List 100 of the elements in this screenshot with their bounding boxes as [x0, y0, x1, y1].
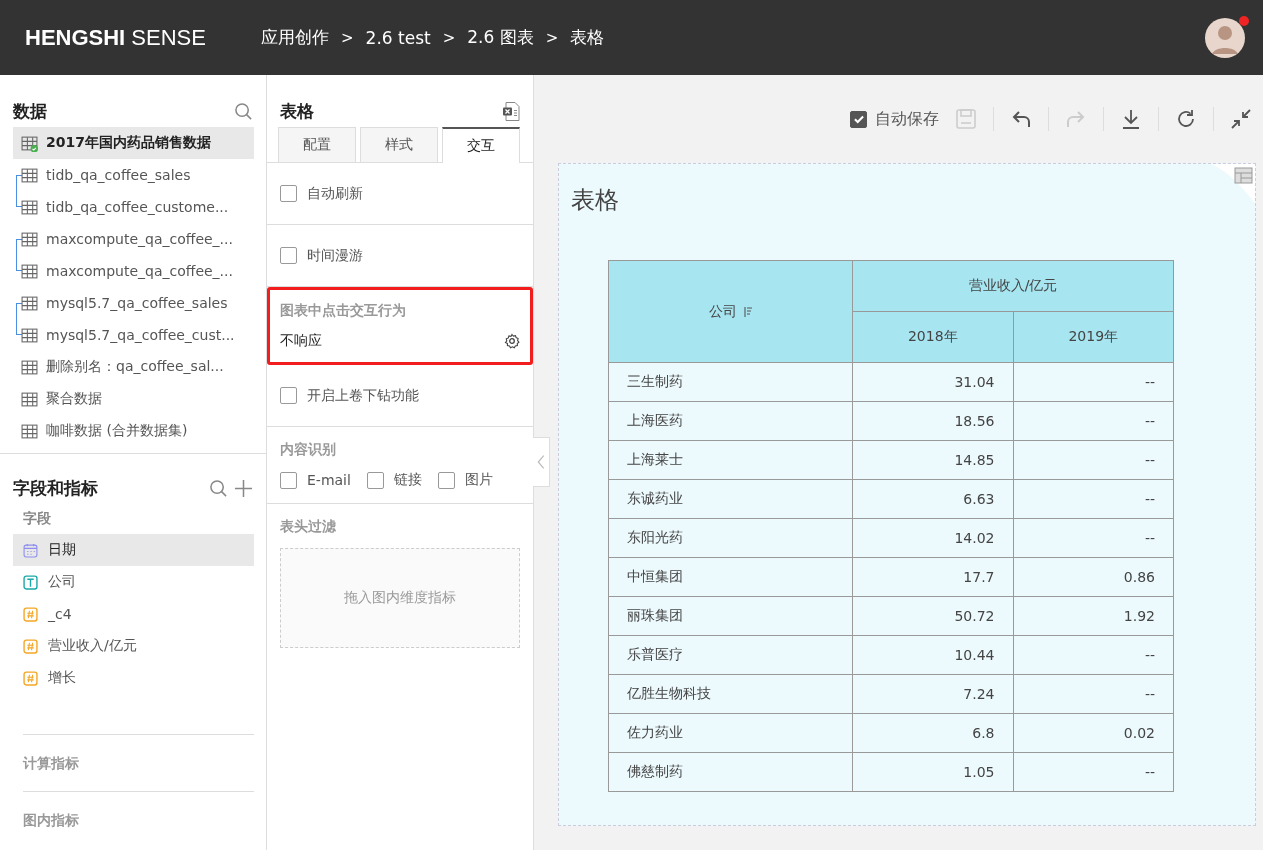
dataset-item[interactable]: maxcompute_qa_coffee_... — [13, 223, 254, 255]
table-cell: 0.02 — [1013, 713, 1174, 753]
table-cell: -- — [1013, 674, 1174, 714]
search-icon[interactable] — [209, 478, 228, 498]
checkbox-label[interactable]: 开启上卷下钻功能 — [307, 386, 419, 405]
download-icon[interactable] — [1120, 108, 1142, 130]
setting-value[interactable]: 不响应 — [280, 332, 322, 350]
field-item[interactable]: 增长 — [13, 662, 254, 694]
checkbox[interactable] — [366, 471, 384, 489]
field-item[interactable]: _c4 — [13, 598, 254, 630]
dataset-item[interactable]: 咖啡数据 (合并数据集) — [13, 415, 254, 447]
breadcrumb-item[interactable]: 2.6 test — [365, 27, 431, 48]
number-type-icon — [23, 638, 38, 654]
setting-label: 内容识别 — [280, 441, 337, 459]
panel-title: 表格 — [280, 99, 314, 123]
table-icon — [21, 390, 38, 408]
column-header[interactable]: 公司 — [608, 260, 853, 363]
sort-icon[interactable] — [742, 305, 753, 318]
refresh-icon[interactable] — [1175, 108, 1197, 130]
settings-tab[interactable]: 样式 — [360, 127, 438, 162]
checkbox-label[interactable]: 链接 — [393, 471, 422, 489]
checkbox-label[interactable]: E-mail — [307, 472, 351, 488]
dataset-item[interactable]: 2017年国内药品销售数据 — [13, 127, 254, 159]
dataset-item[interactable]: mysql5.7_qa_coffee_sales — [13, 287, 254, 319]
field-item[interactable]: 营业收入/亿元 — [13, 630, 254, 662]
number-type-icon — [23, 670, 38, 686]
table-cell: -- — [1013, 362, 1174, 402]
settings-tab[interactable]: 配置 — [278, 127, 356, 162]
table-cell: 50.72 — [852, 596, 1013, 636]
table-cell: 18.56 — [852, 401, 1013, 441]
dataset-item[interactable]: 删除别名：qa_coffee_sal... — [13, 351, 254, 383]
chevron-left-icon — [536, 453, 546, 471]
calendar-icon — [23, 542, 38, 558]
dataset-item[interactable]: tidb_qa_coffee_custome... — [13, 191, 254, 223]
checkbox[interactable] — [280, 185, 297, 202]
table-cell: 14.02 — [852, 518, 1013, 558]
table-cell: 6.63 — [852, 479, 1013, 519]
text-type-icon — [23, 574, 38, 590]
table-cell: 乐普医疗 — [608, 635, 853, 675]
table-cell: 东阳光药 — [608, 518, 853, 558]
table-cell: -- — [1013, 401, 1174, 441]
checkbox[interactable] — [437, 471, 455, 489]
table-cell: 上海莱士 — [608, 440, 853, 480]
table-cell: 0.86 — [1013, 557, 1174, 597]
dataset-item[interactable]: tidb_qa_coffee_sales — [13, 159, 254, 191]
setting-label: 图表中点击交互行为 — [280, 302, 407, 320]
table-cell: 7.24 — [852, 674, 1013, 714]
settings-tab[interactable]: 交互 — [442, 127, 520, 163]
table-cell: 1.05 — [852, 752, 1013, 792]
breadcrumb-item[interactable]: 应用创作 — [261, 26, 329, 49]
table-cell: 亿胜生物科技 — [608, 674, 853, 714]
table-cell: 东诚药业 — [608, 479, 853, 519]
checkbox-label[interactable]: 自动保存 — [875, 108, 939, 130]
table-icon — [21, 326, 38, 344]
table-icon — [21, 422, 38, 440]
table-cell: 6.8 — [852, 713, 1013, 753]
table-cell: -- — [1013, 479, 1174, 519]
checkbox[interactable] — [280, 471, 297, 489]
user-avatar[interactable] — [1205, 17, 1245, 58]
table-cell: 10.44 — [852, 635, 1013, 675]
table-cell: 佛慈制药 — [608, 752, 853, 792]
checkbox-label[interactable]: 图片 — [464, 471, 493, 489]
field-item[interactable]: 公司 — [13, 566, 254, 598]
table-icon — [21, 134, 38, 152]
panel-title: 数据 — [13, 99, 47, 123]
column-header: 2018年 — [852, 311, 1013, 363]
table-cell: 31.04 — [852, 362, 1013, 402]
table-cell: 丽珠集团 — [608, 596, 853, 636]
chart-title: 表格 — [571, 185, 619, 216]
collapse-handle[interactable] — [533, 437, 550, 487]
settings-icon[interactable] — [504, 333, 520, 349]
dataset-item[interactable]: maxcompute_qa_coffee_... — [13, 255, 254, 287]
search-icon[interactable] — [234, 101, 253, 121]
dataset-item[interactable]: mysql5.7_qa_coffee_cust... — [13, 319, 254, 351]
checkbox[interactable] — [280, 247, 297, 264]
table-cell: -- — [1013, 635, 1174, 675]
table-icon — [21, 230, 38, 248]
checkbox[interactable] — [280, 387, 297, 404]
table-cell: 上海医药 — [608, 401, 853, 441]
table-cell: 佐力药业 — [608, 713, 853, 753]
breadcrumb-separator: > — [545, 28, 559, 47]
undo-icon[interactable] — [1010, 108, 1032, 130]
table-cell: 1.92 — [1013, 596, 1174, 636]
table-type-icon[interactable] — [1211, 164, 1255, 204]
breadcrumb-item[interactable]: 2.6 图表 — [467, 26, 534, 49]
checkbox-label[interactable]: 时间漫游 — [307, 246, 363, 265]
table-icon — [21, 294, 38, 312]
section-label: 字段 — [23, 510, 52, 528]
collapse-icon[interactable] — [1230, 108, 1252, 130]
field-item[interactable]: 日期 — [13, 534, 254, 566]
checkbox-label[interactable]: 自动刷新 — [307, 184, 363, 203]
dataset-item[interactable]: 聚合数据 — [13, 383, 254, 415]
panel-title: 字段和指标 — [13, 476, 98, 500]
excel-icon[interactable] — [502, 100, 520, 122]
table-icon — [21, 198, 38, 216]
add-icon[interactable] — [234, 478, 253, 498]
table-cell: 14.85 — [852, 440, 1013, 480]
breadcrumb-separator: > — [442, 28, 456, 47]
table-icon — [21, 262, 38, 280]
breadcrumb-item: 表格 — [570, 26, 605, 49]
